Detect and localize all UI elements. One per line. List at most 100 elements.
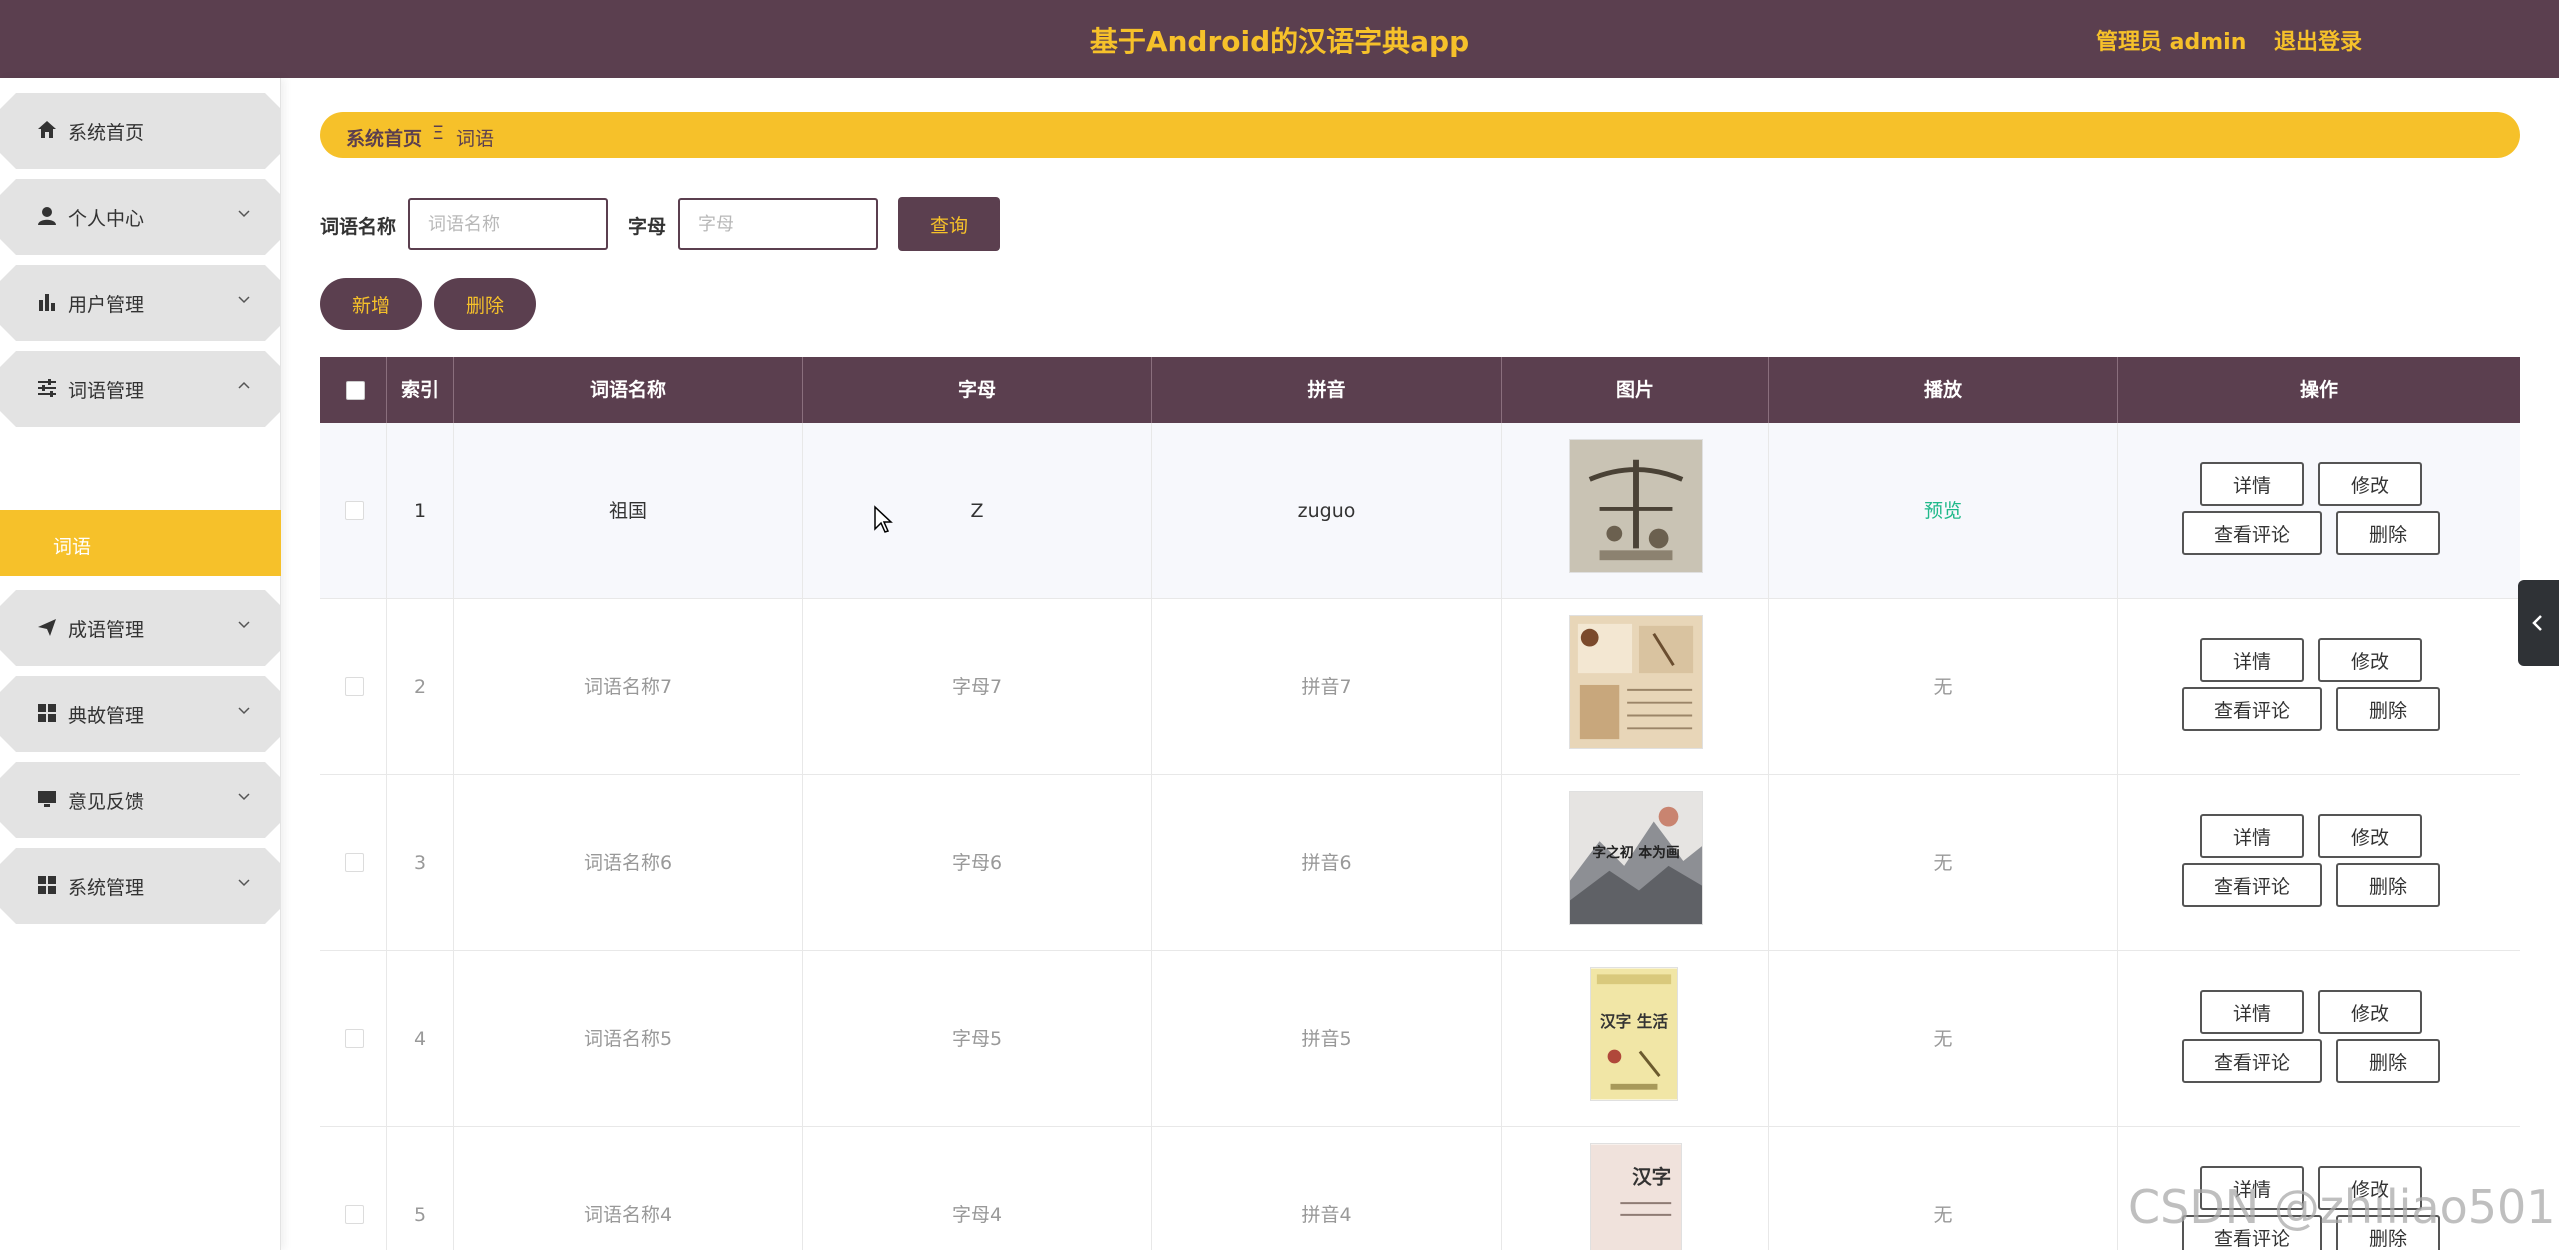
edit-button[interactable]: 修改 [2318, 990, 2422, 1034]
cell-index: 5 [387, 1127, 454, 1250]
letter-input[interactable] [678, 198, 878, 250]
cell-actions: 详情 修改 查看评论 删除 [2118, 423, 2520, 599]
cell-index: 2 [387, 599, 454, 775]
chevron-down-icon [238, 879, 250, 887]
cell-actions: 详情 修改 查看评论 删除 [2118, 951, 2520, 1127]
row-checkbox[interactable] [345, 677, 364, 696]
monitor-icon [38, 791, 56, 807]
sliders-icon [38, 379, 56, 397]
batch-delete-button[interactable]: 删除 [434, 278, 536, 330]
detail-button[interactable]: 详情 [2200, 814, 2304, 858]
sidebar-item-words[interactable]: 词语管理 [0, 351, 281, 427]
breadcrumb: 系统首页 Ξ 词语 [320, 112, 2520, 158]
breadcrumb-home[interactable]: 系统首页 [346, 124, 422, 151]
cell-word-name: 词语名称6 [454, 775, 803, 951]
edit-button[interactable]: 修改 [2318, 638, 2422, 682]
edit-button[interactable]: 修改 [2318, 462, 2422, 506]
sidebar-item-label: 意见反馈 [68, 791, 145, 813]
view-comments-button[interactable]: 查看评论 [2182, 863, 2322, 907]
delete-button[interactable]: 删除 [2336, 1039, 2440, 1083]
cell-actions: 详情 修改 查看评论 删除 [2118, 599, 2520, 775]
row-checkbox[interactable] [345, 1205, 364, 1224]
thumbnail-caption: 汉字 生活 [1600, 1012, 1668, 1031]
view-comments-button[interactable]: 查看评论 [2182, 687, 2322, 731]
sidebar-item-allusions[interactable]: 典故管理 [0, 676, 281, 752]
header-index: 索引 [387, 357, 454, 423]
thumbnail-caption: 汉字 [1632, 1166, 1671, 1189]
cell-letter: 字母4 [803, 1127, 1152, 1250]
bar-chart-icon [39, 294, 55, 311]
cell-play: 无 [1769, 951, 2118, 1127]
query-button[interactable]: 查询 [898, 197, 1000, 251]
delete-button[interactable]: 删除 [2336, 511, 2440, 555]
cell-word-name: 词语名称7 [454, 599, 803, 775]
word-thumbnail[interactable]: 汉字 生活 [1590, 967, 1678, 1101]
select-all-checkbox[interactable] [346, 381, 365, 400]
breadcrumb-current: 词语 [456, 128, 495, 150]
view-comments-button[interactable]: 查看评论 [2182, 1039, 2322, 1083]
row-select-cell [320, 423, 387, 599]
cell-play: 无 [1769, 599, 2118, 775]
sidebar-subitem-words[interactable]: 词语 [0, 510, 281, 576]
cell-play-preview[interactable]: 预览 [1769, 423, 2118, 599]
table-row: 4 词语名称5 字母5 拼音5 汉字 生活 无 详情 修改 查看评论 删除 [320, 951, 2520, 1127]
letter-label: 字母 [628, 216, 667, 238]
cell-pinyin: zuguo [1152, 423, 1502, 599]
header-actions: 操作 [2299, 379, 2338, 401]
cell-letter: 字母5 [803, 951, 1152, 1127]
word-thumbnail[interactable]: 字之初 本为画 [1569, 791, 1703, 925]
sidebar-item-label: 系统首页 [68, 122, 145, 144]
sidebar-item-system[interactable]: 系统管理 [0, 848, 281, 924]
chevron-up-icon [238, 381, 250, 389]
row-checkbox[interactable] [345, 501, 364, 520]
sidebar-item-idioms[interactable]: 成语管理 [0, 590, 281, 666]
delete-button[interactable]: 删除 [2336, 687, 2440, 731]
table-row: 3 词语名称6 字母6 拼音6 字之初 本为画 无 详情 修改 查看评论 删除 [320, 775, 2520, 951]
sidebar: 系统首页 个人中心 用户管理 词语管理 词语 成语管理 典故管理 意见反馈 系统… [0, 78, 281, 1250]
sidebar-item-home[interactable]: 系统首页 [0, 93, 281, 169]
row-checkbox[interactable] [345, 853, 364, 872]
top-bar: 基于Android的汉语字典app 管理员 admin 退出登录 [0, 0, 2559, 78]
header-word-name: 词语名称 [454, 357, 803, 423]
mouse-cursor-icon [874, 505, 893, 533]
sidebar-item-feedback[interactable]: 意见反馈 [0, 762, 281, 838]
header-play: 播放 [1769, 357, 2118, 423]
detail-button[interactable]: 详情 [2200, 462, 2304, 506]
cell-play: 无 [1769, 1127, 2118, 1250]
word-thumbnail[interactable] [1569, 615, 1703, 749]
edit-button[interactable]: 修改 [2318, 814, 2422, 858]
table-header: 索引 词语名称 字母 拼音 图片 播放 操作 [320, 357, 2520, 423]
grid-icon [38, 704, 56, 722]
cell-letter: Z [803, 423, 1152, 599]
chevron-down-icon [238, 707, 250, 715]
row-select-cell [320, 951, 387, 1127]
word-name-label: 词语名称 [320, 216, 397, 238]
row-select-cell [320, 775, 387, 951]
detail-button[interactable]: 详情 [2200, 990, 2304, 1034]
chevron-left-icon [2532, 615, 2542, 631]
cell-actions: 详情 修改 查看评论 删除 [2118, 775, 2520, 951]
select-all-cell [320, 357, 387, 423]
cell-image [1502, 599, 1769, 775]
cell-word-name: 祖国 [454, 423, 803, 599]
cell-index: 4 [387, 951, 454, 1127]
header-image: 图片 [1502, 357, 1769, 423]
sidebar-item-label: 典故管理 [68, 705, 145, 727]
table-row: 2 词语名称7 字母7 拼音7 无 详情 修改 查看评论 删除 [320, 599, 2520, 775]
delete-button[interactable]: 删除 [2336, 863, 2440, 907]
add-button[interactable]: 新增 [320, 278, 422, 330]
home-icon [38, 121, 56, 138]
word-name-input[interactable] [408, 198, 608, 250]
detail-button[interactable]: 详情 [2200, 638, 2304, 682]
sidebar-item-users[interactable]: 用户管理 [0, 265, 281, 341]
logout-link[interactable]: 退出登录 [2274, 24, 2362, 56]
word-thumbnail[interactable]: 汉字 [1590, 1143, 1682, 1250]
sidebar-item-profile[interactable]: 个人中心 [0, 179, 281, 255]
chevron-down-icon [238, 296, 250, 304]
side-panel-toggle[interactable] [2518, 580, 2559, 666]
row-checkbox[interactable] [345, 1029, 364, 1048]
view-comments-button[interactable]: 查看评论 [2182, 511, 2322, 555]
thumbnail-caption: 字之初 本为画 [1592, 844, 1680, 861]
word-thumbnail[interactable] [1569, 439, 1703, 573]
cell-pinyin: 拼音4 [1152, 1127, 1502, 1250]
